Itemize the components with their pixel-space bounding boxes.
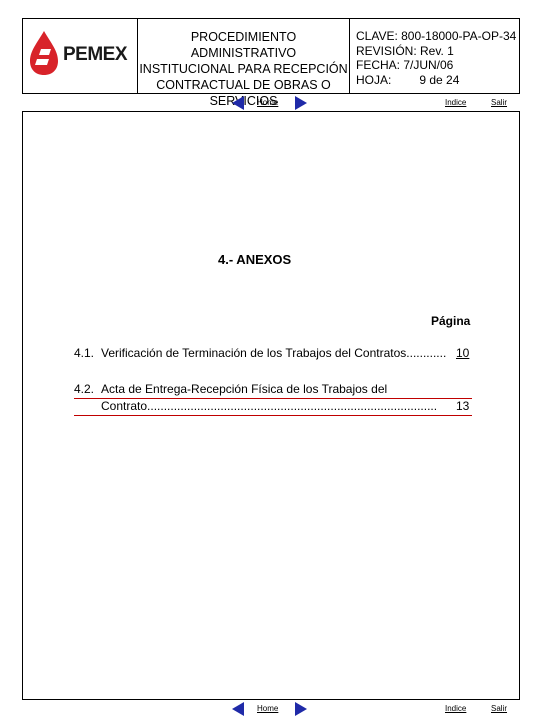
- indice-link[interactable]: Indice: [445, 704, 466, 713]
- nav-bar-bottom: Home Indice Salir: [0, 700, 540, 720]
- revision: REVISIÓN: Rev. 1: [356, 43, 454, 58]
- toc-text: Verificación de Terminación de los Traba…: [101, 346, 447, 360]
- toc-number: 4.2.: [74, 382, 95, 396]
- home-link[interactable]: Home: [257, 704, 278, 713]
- logo-wordmark: PEMEX: [63, 44, 128, 65]
- hoja: HOJA: 9 de 24: [356, 73, 520, 88]
- document-header: PEMEX PROCEDIMIENTO ADMINISTRATIVO INSTI…: [22, 18, 520, 108]
- title-line-2: INSTITUCIONAL PARA RECEPCIÓN: [139, 62, 348, 76]
- hoja-value: 9 de 24: [419, 72, 460, 87]
- prev-page-arrow-icon[interactable]: [231, 701, 245, 717]
- fecha: FECHA: 7/JUN/06: [356, 58, 454, 72]
- toc-text-line-1: Acta de Entrega-Recepción Física de los …: [101, 382, 388, 396]
- toc-item-4-1: 4.1. Verificación de Terminación de los T…: [74, 346, 472, 361]
- home-link[interactable]: Home: [257, 98, 278, 107]
- prev-page-arrow-icon[interactable]: [231, 95, 245, 111]
- next-page-arrow-icon[interactable]: [294, 95, 308, 111]
- toc-page-number[interactable]: 10: [456, 346, 469, 361]
- pagina-column-header: Página: [431, 314, 471, 328]
- toc-line-1: 4.2. Acta de Entrega-Recepción Física de …: [74, 382, 472, 399]
- toc-page-number: 13: [456, 399, 470, 413]
- document-meta: CLAVE: 800-18000-PA-OP-34 REVISIÓN: Rev.…: [350, 19, 520, 93]
- hoja-label: HOJA:: [356, 72, 392, 87]
- toc-line-2: Contrato................................…: [74, 399, 472, 416]
- section-title: 4.- ANEXOS: [218, 252, 292, 267]
- title-line-3: CONTRACTUAL DE OBRAS O: [156, 78, 331, 92]
- indice-link[interactable]: Indice: [445, 98, 466, 107]
- toc-item-4-2-link[interactable]: 4.2. Acta de Entrega-Recepción Física de …: [74, 382, 472, 416]
- toc-text-line-2: Contrato................................…: [101, 399, 438, 413]
- next-page-arrow-icon[interactable]: [294, 701, 308, 717]
- content-frame: 4.- ANEXOS Página 4.1. Verificación de Te…: [22, 111, 520, 700]
- clave: CLAVE: 800-18000-PA-OP-34: [356, 29, 517, 43]
- pemex-logo-icon: [30, 31, 58, 75]
- toc-number: 4.1.: [74, 346, 95, 360]
- document-title: PROCEDIMIENTO ADMINISTRATIVO INSTITUCION…: [138, 19, 350, 108]
- salir-link[interactable]: Salir: [491, 98, 507, 107]
- salir-link[interactable]: Salir: [491, 704, 507, 713]
- title-line-1: PROCEDIMIENTO ADMINISTRATIVO: [190, 30, 297, 60]
- logo-cell: PEMEX: [23, 19, 138, 93]
